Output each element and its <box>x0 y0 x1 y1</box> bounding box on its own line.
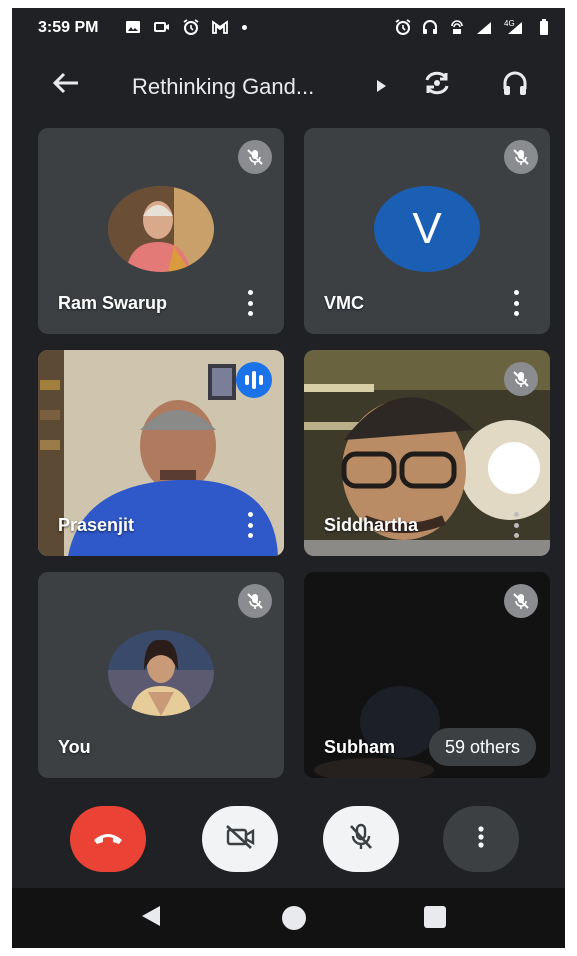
back-button[interactable] <box>50 70 82 100</box>
mic-muted-badge <box>504 584 538 618</box>
avatar <box>108 630 214 716</box>
nav-home-icon[interactable] <box>282 906 306 930</box>
more-options-button[interactable] <box>443 806 519 872</box>
others-count-button[interactable]: 59 others <box>428 728 536 766</box>
participant-name: Ram Swarup <box>58 293 168 313</box>
participant-name: You <box>58 737 91 757</box>
participant-name: Siddhartha <box>324 515 419 535</box>
more-vert-icon[interactable] <box>244 290 256 316</box>
mic-off-icon <box>513 371 529 387</box>
more-vert-icon <box>477 825 485 854</box>
participant-tile-prasenjit[interactable]: Prasenjit <box>38 350 284 556</box>
dot-icon <box>242 24 247 30</box>
mic-muted-badge <box>504 140 538 174</box>
end-call-button[interactable] <box>70 806 146 872</box>
signal-icon <box>475 18 493 36</box>
meeting-title[interactable]: Rethinking Gand... <box>132 74 314 100</box>
status-right-icons: 4G <box>394 18 553 36</box>
participant-tile-vmc[interactable]: V VMC <box>304 128 550 334</box>
arrow-back-icon <box>52 71 80 100</box>
mic-toggle-button[interactable] <box>323 806 399 872</box>
participant-tile-siddhartha[interactable]: Siddhartha <box>304 350 550 556</box>
call-controls <box>12 806 565 878</box>
end-call-icon <box>91 827 125 852</box>
nav-recents-icon[interactable] <box>424 906 446 928</box>
alarm-icon <box>394 18 412 36</box>
mic-off-icon <box>247 593 263 609</box>
alarm-icon <box>182 18 200 36</box>
network-4g-icon: 4G <box>502 18 526 36</box>
headphones-icon <box>421 18 439 36</box>
audio-output-button[interactable] <box>498 70 532 100</box>
status-bar: 3:59 PM 4G <box>12 8 565 46</box>
mic-muted-badge <box>238 140 272 174</box>
mic-off-icon <box>247 149 263 165</box>
switch-camera-icon <box>422 70 452 101</box>
mic-muted-badge <box>504 362 538 396</box>
image-icon <box>124 18 142 36</box>
participant-name: Prasenjit <box>58 515 135 535</box>
status-time: 3:59 PM <box>38 19 99 36</box>
speaking-indicator-icon <box>236 362 272 398</box>
caret-right-icon[interactable] <box>374 78 388 94</box>
battery-icon <box>535 18 553 36</box>
call-header: Rethinking Gand... <box>12 60 565 110</box>
mic-off-icon <box>513 593 529 609</box>
svg-text:4G: 4G <box>504 19 515 28</box>
mic-off-icon <box>513 149 529 165</box>
more-vert-icon[interactable] <box>510 512 522 538</box>
participant-name: Subham <box>324 737 396 757</box>
android-nav-bar <box>12 888 565 948</box>
participant-tile-subham[interactable]: Subham 59 others <box>304 572 550 778</box>
camera-off-icon <box>224 823 256 856</box>
participant-tile-ram-swarup[interactable]: Ram Swarup <box>38 128 284 334</box>
status-left-icons <box>124 18 247 36</box>
gmail-icon <box>211 18 229 36</box>
participant-name: VMC <box>324 293 364 313</box>
phone-screen: 3:59 PM 4G Rethinking Gand... Ram Swarup… <box>12 8 565 948</box>
avatar: V <box>374 186 480 272</box>
headphones-icon <box>501 69 529 102</box>
avatar <box>108 186 214 272</box>
mic-muted-badge <box>238 584 272 618</box>
participant-tile-you[interactable]: You <box>38 572 284 778</box>
more-vert-icon[interactable] <box>244 512 256 538</box>
hotspot-icon <box>448 18 466 36</box>
video-cam-icon <box>153 18 171 36</box>
mic-off-icon <box>347 822 375 857</box>
nav-back-icon[interactable] <box>140 904 162 933</box>
camera-toggle-button[interactable] <box>202 806 278 872</box>
switch-camera-button[interactable] <box>420 70 454 100</box>
more-vert-icon[interactable] <box>510 290 522 316</box>
